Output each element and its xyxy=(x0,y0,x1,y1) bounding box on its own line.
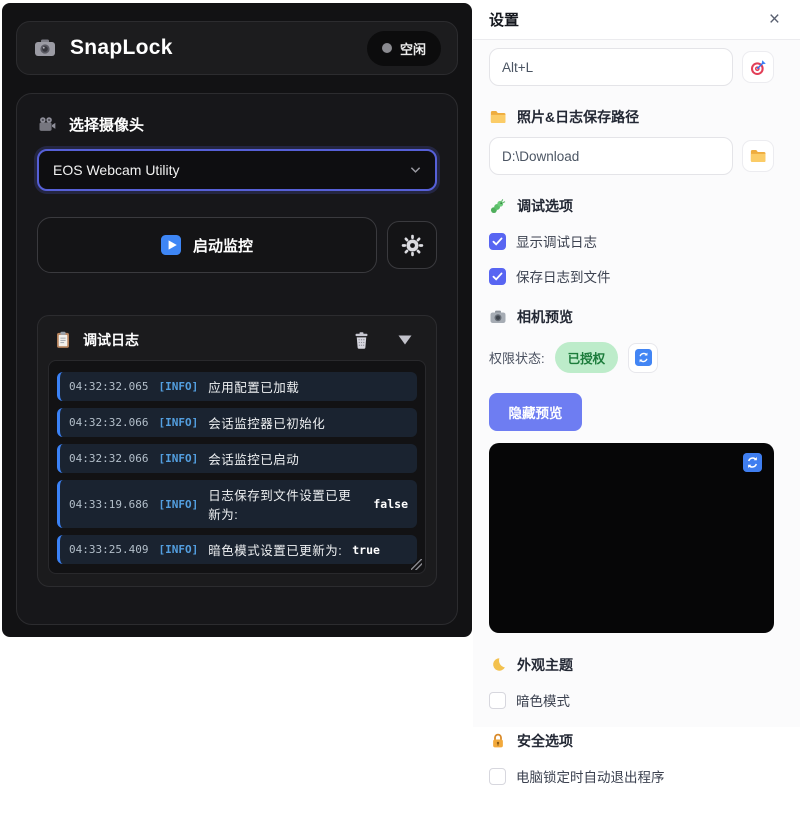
resize-handle[interactable] xyxy=(411,559,422,570)
dark-mode-checkbox[interactable] xyxy=(489,692,506,709)
theme-section-header: 外观主题 xyxy=(489,655,774,675)
app-title: SnapLock xyxy=(70,36,173,60)
record-hotkey-button[interactable] xyxy=(742,51,774,83)
dark-mode-row: 暗色模式 xyxy=(489,690,774,710)
clipboard-icon xyxy=(54,331,72,349)
browse-folder-button[interactable] xyxy=(742,140,774,172)
main-card: 选择摄像头 EOS Webcam Utility 启动监控 xyxy=(16,93,458,625)
hide-preview-button[interactable]: 隐藏预览 xyxy=(489,393,582,431)
camera-preview-label: 相机预览 xyxy=(517,307,573,327)
log-entry: 04:33:25.409[INFO]暗色模式设置已更新为:true xyxy=(57,535,417,564)
log-entry: 04:32:32.065[INFO]应用配置已加载 xyxy=(57,372,417,401)
camera-select-section: 选择摄像头 xyxy=(37,114,437,135)
settings-header: 设置 × xyxy=(473,0,800,40)
path-section-header: 照片&日志保存路径 xyxy=(489,107,774,127)
show-debug-log-checkbox[interactable] xyxy=(489,233,506,250)
show-debug-log-row: 显示调试日志 xyxy=(489,231,774,251)
camera-select-value: EOS Webcam Utility xyxy=(53,162,180,178)
folder-icon xyxy=(749,147,767,165)
auto-exit-checkbox[interactable] xyxy=(489,768,506,785)
gear-icon xyxy=(401,234,424,257)
camera-preview-box xyxy=(489,443,774,633)
show-debug-log-label: 显示调试日志 xyxy=(516,231,597,251)
settings-panel: 设置 × 照片&日志保存路径 xyxy=(473,0,800,727)
settings-body: 照片&日志保存路径 调试选项 显示调试日志 xyxy=(473,40,800,815)
save-log-checkbox[interactable] xyxy=(489,268,506,285)
controls-row: 启动监控 xyxy=(37,217,437,273)
refresh-permission-button[interactable] xyxy=(628,343,658,373)
security-section-header: 安全选项 xyxy=(489,731,774,751)
settings-title: 设置 xyxy=(489,9,519,30)
switch-camera-icon[interactable] xyxy=(743,453,762,472)
start-monitoring-button[interactable]: 启动监控 xyxy=(37,217,377,273)
close-icon[interactable]: × xyxy=(769,10,780,29)
auto-exit-label: 电脑锁定时自动退出程序 xyxy=(516,766,665,786)
chevron-down-icon xyxy=(410,166,421,174)
camera-select-dropdown[interactable]: EOS Webcam Utility xyxy=(37,149,437,191)
debug-options-label: 调试选项 xyxy=(517,196,573,216)
camera-select-label: 选择摄像头 xyxy=(69,114,144,135)
save-log-label: 保存日志到文件 xyxy=(516,266,611,286)
theme-section-label: 外观主题 xyxy=(517,655,573,675)
start-monitoring-label: 启动监控 xyxy=(193,235,253,256)
collapse-log-icon[interactable] xyxy=(398,335,412,345)
camera-icon xyxy=(33,36,57,60)
video-camera-icon xyxy=(37,115,57,135)
camera-preview-header: 相机预览 xyxy=(489,307,774,327)
bug-icon xyxy=(489,197,507,215)
permission-row: 权限状态: 已授权 xyxy=(489,342,774,373)
settings-gear-button[interactable] xyxy=(387,221,437,269)
snaplock-app-panel: SnapLock 空闲 选择摄像头 EOS Webcam Utility 启动监 xyxy=(2,3,472,637)
app-header: SnapLock 空闲 xyxy=(16,21,458,75)
save-path-input[interactable] xyxy=(489,137,733,175)
log-entry: 04:33:19.686[INFO]日志保存到文件设置已更新为:false xyxy=(57,480,417,528)
dark-mode-label: 暗色模式 xyxy=(516,690,570,710)
lock-icon xyxy=(489,732,507,750)
log-entry: 04:32:32.066[INFO]会话监控已启动 xyxy=(57,444,417,473)
folder-icon xyxy=(489,108,507,126)
status-dot-icon xyxy=(382,43,392,53)
moon-icon xyxy=(489,656,507,674)
target-dart-icon xyxy=(749,58,768,77)
debug-log-title: 调试日志 xyxy=(83,330,139,350)
debug-log-header: 调试日志 xyxy=(48,324,426,360)
permission-status-badge: 已授权 xyxy=(555,342,619,373)
save-log-row: 保存日志到文件 xyxy=(489,266,774,286)
log-entry: 04:32:32.066[INFO]会话监控器已初始化 xyxy=(57,408,417,437)
hotkey-row xyxy=(489,48,774,86)
path-section-label: 照片&日志保存路径 xyxy=(517,107,639,127)
permission-label: 权限状态: xyxy=(489,348,545,367)
path-row xyxy=(489,137,774,175)
clear-log-trash-icon[interactable] xyxy=(352,331,371,350)
debug-log-panel: 调试日志 04:32:32.065[INFO]应用配置已加载04:32:32.0… xyxy=(37,315,437,587)
security-section-label: 安全选项 xyxy=(517,731,573,751)
log-list: 04:32:32.065[INFO]应用配置已加载 04:32:32.066[IN… xyxy=(57,372,417,564)
camera-icon xyxy=(489,308,507,326)
refresh-icon xyxy=(635,349,652,366)
log-area[interactable]: 04:32:32.065[INFO]应用配置已加载 04:32:32.066[IN… xyxy=(48,360,426,574)
play-icon xyxy=(161,235,181,255)
status-badge-label: 空闲 xyxy=(400,39,426,58)
auto-exit-row: 电脑锁定时自动退出程序 xyxy=(489,766,774,786)
debug-options-header: 调试选项 xyxy=(489,196,774,216)
hotkey-input[interactable] xyxy=(489,48,733,86)
status-badge: 空闲 xyxy=(367,31,441,66)
